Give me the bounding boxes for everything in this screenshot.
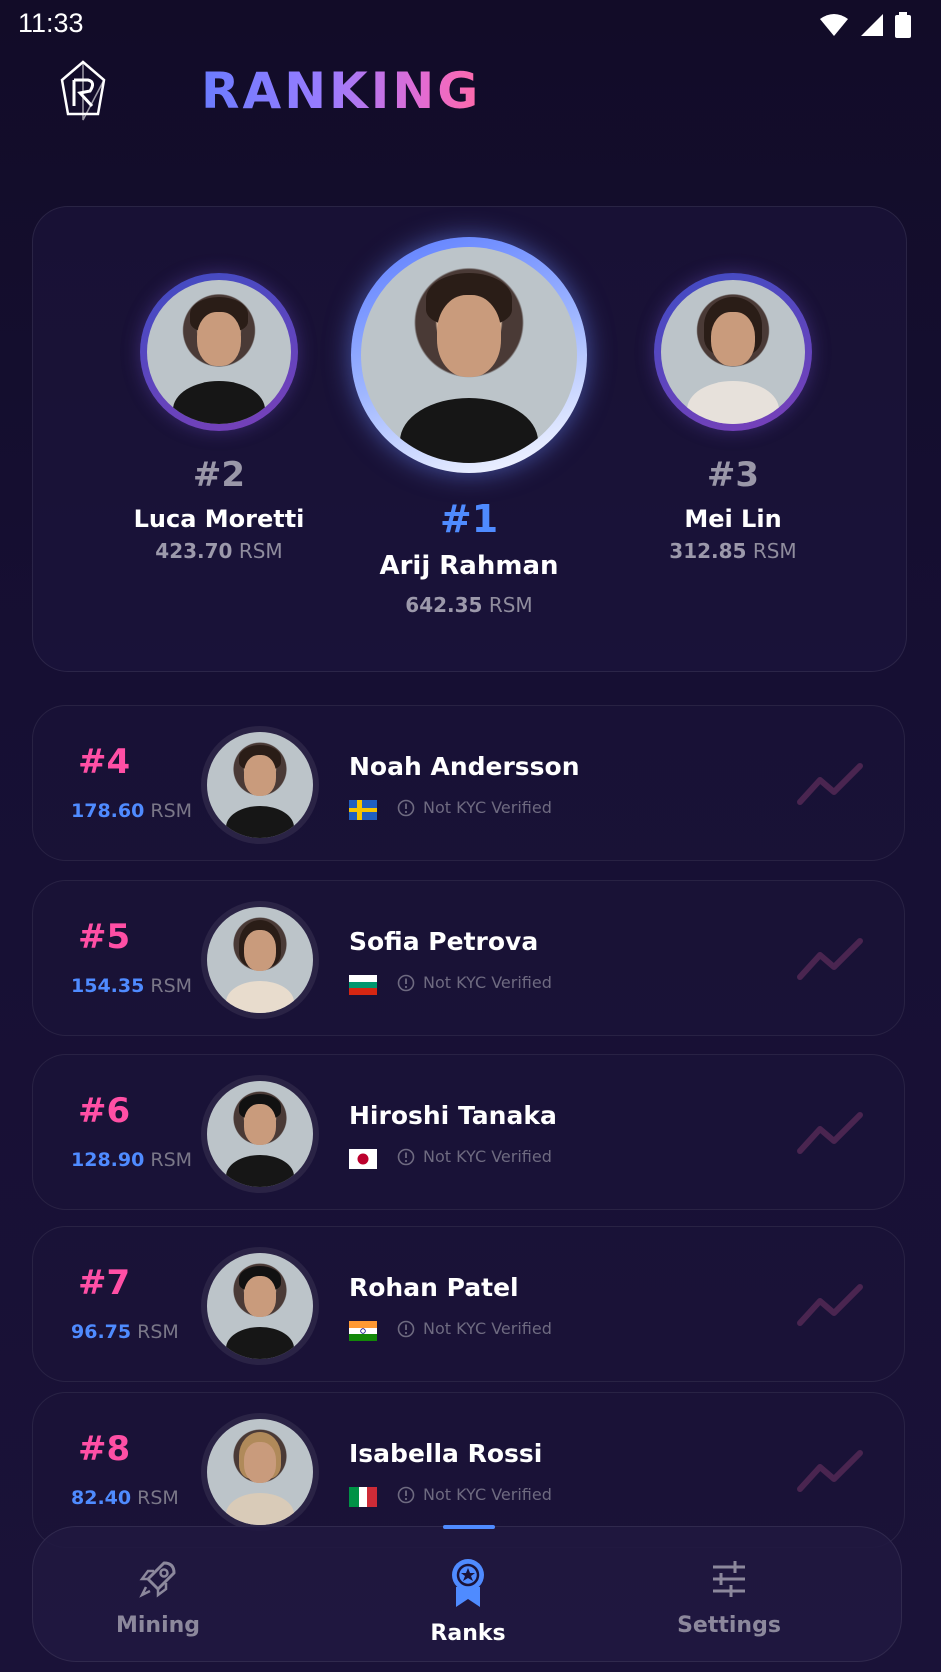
sliders-icon — [713, 1561, 745, 1597]
ranking-row[interactable]: #6 128.90 RSM Hiroshi Tanaka Not KYC Ver… — [32, 1054, 905, 1210]
podium-first[interactable]: #1 Arij Rahman 642.35 RSM — [351, 237, 587, 617]
trend-up-icon — [797, 763, 863, 805]
battery-icon — [895, 12, 911, 38]
podium-rank: #2 — [192, 455, 246, 495]
app-header: RANKING — [60, 58, 481, 124]
alert-circle-icon — [397, 1486, 415, 1503]
india-flag-icon — [349, 1321, 377, 1341]
avatar-ring — [140, 273, 298, 431]
ranking-row[interactable]: #7 96.75 RSM Rohan Patel Not KYC Verifie… — [32, 1226, 905, 1382]
trend-up-icon — [797, 1450, 863, 1492]
podium-score: 642.35 RSM — [405, 593, 533, 617]
alert-circle-icon — [397, 1148, 415, 1165]
alert-circle-icon — [397, 799, 415, 816]
podium-third[interactable]: #3 Mei Lin 312.85 RSM — [643, 273, 823, 563]
rank-score: 154.35 RSM — [71, 975, 193, 997]
podium-name: Arij Rahman — [379, 551, 559, 581]
rank-number: #7 — [78, 1263, 131, 1303]
sweden-flag-icon — [349, 800, 377, 820]
ranking-row[interactable]: #4 178.60 RSM Noah Andersson Not KYC Ver… — [32, 705, 905, 861]
kyc-status: Not KYC Verified — [397, 1485, 552, 1504]
rank-number: #4 — [78, 742, 131, 782]
bulgaria-flag-icon — [349, 975, 377, 995]
avatar-ring-main — [351, 237, 587, 473]
japan-flag-icon — [349, 1149, 377, 1169]
podium-score: 423.70 RSM — [155, 539, 283, 563]
kyc-status: Not KYC Verified — [397, 973, 552, 992]
nav-settings[interactable]: Settings — [649, 1557, 809, 1638]
nav-ranks[interactable]: Ranks — [388, 1557, 548, 1646]
nav-mining[interactable]: Mining — [78, 1557, 238, 1638]
avatar — [147, 280, 291, 424]
avatar — [201, 901, 319, 1019]
wifi-icon — [820, 14, 848, 36]
trend-up-icon — [797, 1284, 863, 1326]
kyc-status: Not KYC Verified — [397, 1147, 552, 1166]
avatar — [361, 247, 577, 463]
avatar — [201, 1247, 319, 1365]
avatar — [661, 280, 805, 424]
rank-score: 82.40 RSM — [71, 1487, 179, 1509]
active-tab-indicator — [443, 1525, 495, 1529]
italy-flag-icon — [349, 1487, 377, 1507]
alert-circle-icon — [397, 1320, 415, 1337]
alert-circle-icon — [397, 974, 415, 991]
podium-name: Luca Moretti — [133, 505, 305, 533]
user-name: Sofia Petrova — [349, 927, 539, 956]
ranking-row[interactable]: #5 154.35 RSM Sofia Petrova Not KYC Veri… — [32, 880, 905, 1036]
user-name: Noah Andersson — [349, 752, 580, 781]
award-badge-icon — [452, 1559, 484, 1607]
rank-number: #6 — [78, 1091, 131, 1131]
kyc-status: Not KYC Verified — [397, 798, 552, 817]
podium-rank: #1 — [439, 497, 499, 541]
status-bar: 11:33 — [0, 0, 941, 52]
bottom-nav: Mining Ranks Settings — [32, 1525, 902, 1662]
signal-icon — [861, 14, 883, 36]
podium-score: 312.85 RSM — [669, 539, 797, 563]
nav-label: Mining — [115, 1613, 201, 1638]
rank-score: 96.75 RSM — [71, 1321, 179, 1343]
user-name: Rohan Patel — [349, 1273, 519, 1302]
rank-number: #8 — [78, 1429, 131, 1469]
diamond-r-logo-icon — [60, 60, 106, 121]
nav-label: Settings — [677, 1613, 781, 1638]
status-icons — [819, 12, 911, 38]
user-name: Hiroshi Tanaka — [349, 1101, 557, 1130]
rocket-icon — [139, 1561, 176, 1598]
podium-rank: #3 — [706, 455, 760, 495]
trend-up-icon — [797, 1112, 863, 1154]
rank-score: 178.60 RSM — [71, 800, 193, 822]
avatar — [201, 726, 319, 844]
user-name: Isabella Rossi — [349, 1439, 543, 1468]
podium-name: Mei Lin — [684, 505, 782, 533]
status-time: 11:33 — [18, 8, 84, 38]
rank-score: 128.90 RSM — [71, 1149, 193, 1171]
avatar — [201, 1075, 319, 1193]
rank-number: #5 — [78, 917, 131, 957]
top-three-podium: #2 Luca Moretti 423.70 RSM #1 Arij Rahma… — [32, 206, 907, 672]
avatar — [201, 1413, 319, 1531]
page-title: RANKING — [201, 62, 482, 120]
nav-label: Ranks — [430, 1621, 506, 1646]
podium-second[interactable]: #2 Luca Moretti 423.70 RSM — [129, 273, 309, 563]
trend-up-icon — [797, 938, 863, 980]
kyc-status: Not KYC Verified — [397, 1319, 552, 1338]
avatar-ring — [654, 273, 812, 431]
